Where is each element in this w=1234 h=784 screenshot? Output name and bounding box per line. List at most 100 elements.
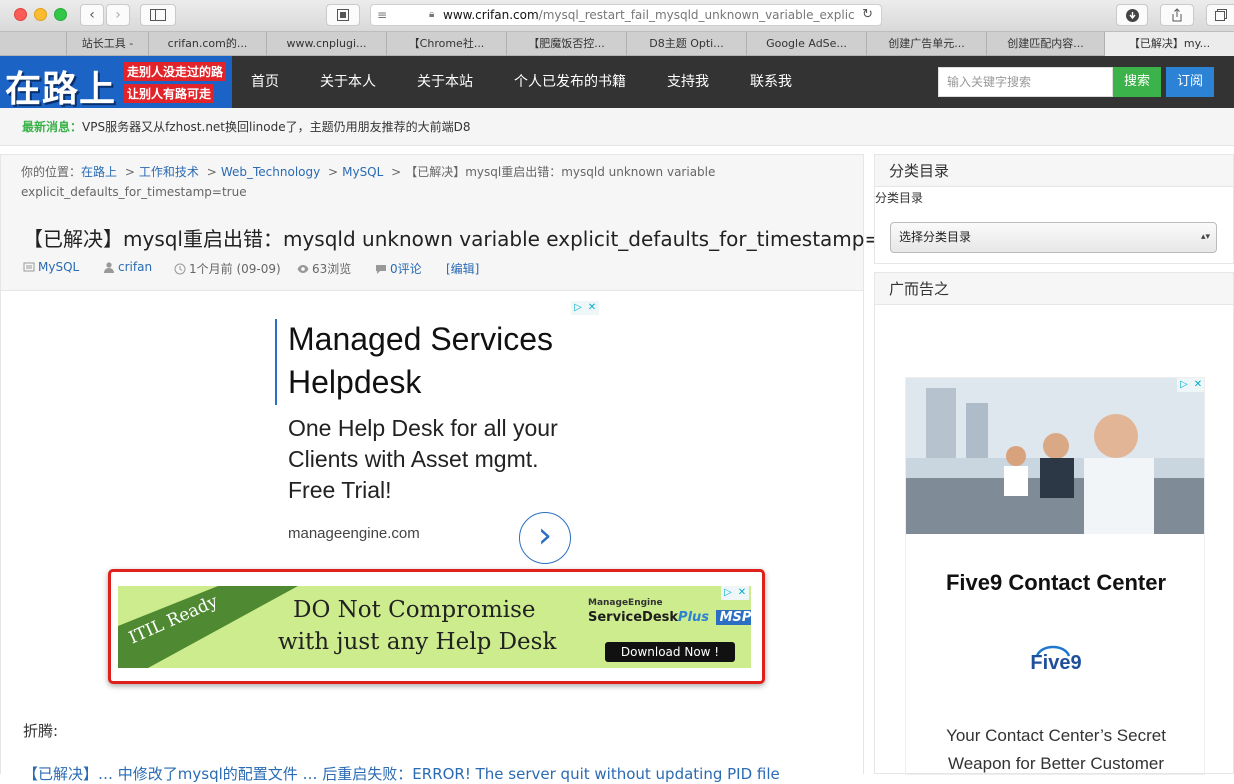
address-bar[interactable]: ≡ 🔒︎ www.crifan.com/mysql_restart_fail_m…	[370, 4, 882, 26]
back-button[interactable]: ‹	[80, 4, 104, 26]
news-bar: 最新消息：VPS服务器又从fzhost.net换回linode了，主题仍用朋友推…	[0, 108, 1234, 146]
tab-item-active[interactable]: 【已解决】my...	[1104, 32, 1234, 56]
article-header: 【已解决】mysql重启出错：mysqld unknown variable e…	[1, 211, 922, 291]
article-title: 【已解决】mysql重启出错：mysqld unknown variable e…	[23, 227, 923, 251]
meta-author[interactable]: crifan	[103, 260, 152, 274]
ad-headline-2[interactable]: Helpdesk	[288, 364, 421, 401]
tab-bar: 站长工具 - crifan.com的... www.cnplugi... 【Ch…	[0, 32, 1234, 56]
reader-button[interactable]	[326, 4, 360, 26]
ad-download-button[interactable]: Download Now !	[605, 642, 735, 662]
sidebar-categories: 分类目录 分类目录 选择分类目录 ▴▾	[874, 154, 1234, 264]
tab-item[interactable]	[28, 32, 66, 56]
ad-body-1: One Help Desk for all your	[288, 415, 558, 441]
minimize-window-button[interactable]	[34, 8, 47, 21]
logo-slogan-2: 让别人有路可走	[124, 84, 215, 103]
download-icon	[1125, 9, 1139, 22]
sidebar-ad-logo-text: Five9	[1030, 652, 1082, 674]
breadcrumb-current-cont: explicit_defaults_for_timestamp=true	[21, 185, 247, 199]
chevron-right-icon: ›	[115, 7, 121, 23]
eye-icon	[297, 265, 309, 273]
ad-headline-1[interactable]: Managed Services	[288, 321, 553, 358]
meta-views: 63浏览	[297, 260, 351, 277]
meta-edit-link[interactable]: [编辑]	[446, 260, 479, 277]
site-logo[interactable]: 在路上 走别人没走过的路 让别人有路可走	[0, 56, 232, 108]
meta-comments[interactable]: 0评论	[375, 260, 422, 277]
ad-text-block[interactable]: Managed Services Helpdesk One Help Desk …	[275, 319, 595, 564]
arrow-right-icon: ›	[537, 515, 553, 556]
main-content: 你的位置：在路上 > 工作和技术 > Web_Technology > MySQL >…	[0, 154, 922, 783]
tab-item[interactable]: crifan.com的...	[148, 32, 266, 56]
page-menu-icon: ≡	[377, 8, 388, 22]
categories-label: 分类目录	[875, 191, 924, 205]
breadcrumb-link-web[interactable]: Web_Technology	[221, 165, 320, 179]
breadcrumb-current: 【已解决】mysql重启出错：mysqld unknown variable	[405, 165, 716, 179]
search-input[interactable]: 输入关键字搜索	[938, 67, 1113, 97]
ad-banner-line1: DO Not Compromise	[293, 597, 536, 623]
ad-choices-icon: ▷	[721, 586, 735, 600]
search-button[interactable]: 搜索	[1113, 67, 1161, 97]
tabs-overview-button[interactable]	[1206, 4, 1234, 26]
meta-category[interactable]: MySQL	[23, 260, 79, 274]
ad-brand-logo: ServiceDeskPlus MSP	[588, 610, 751, 625]
nav-item-contact[interactable]: 联系我	[750, 56, 792, 108]
nav-item-about-site[interactable]: 关于本站	[417, 56, 473, 108]
ad-arrow-button[interactable]: ›	[519, 512, 571, 564]
news-text[interactable]: VPS服务器又从fzhost.net换回linode了，主题仍用朋友推荐的大前端…	[82, 120, 471, 134]
ad-brand-top: ManageEngine	[588, 598, 663, 608]
ad-choices-badge[interactable]: ▷ ✕	[1177, 378, 1204, 392]
sidebar-icon	[150, 9, 166, 21]
nav-item-home[interactable]: 首页	[251, 56, 279, 108]
sidebar-ad-headline[interactable]: Five9 Contact Center	[906, 570, 1204, 596]
forward-button[interactable]: ›	[106, 4, 130, 26]
tab-item[interactable]: 站长工具 -	[66, 32, 148, 56]
sidebar-ad[interactable]: ▷ ✕ Five9 Contact Center Five9 Your Conta…	[905, 377, 1205, 775]
nav-item-books[interactable]: 个人已发布的书籍	[514, 56, 626, 108]
browser-toolbar: ‹ › ≡ 🔒︎ www.crifan.com/mysql_restart_fa…	[0, 0, 1234, 32]
sidebar-ad-widget: 广而告之 ▷ ✕ Five9 Contact Center Five9 Your …	[874, 272, 1234, 775]
downloads-button[interactable]	[1116, 4, 1148, 26]
breadcrumb: 你的位置：在路上 > 工作和技术 > Web_Technology > MySQL >…	[1, 155, 863, 211]
meta-time: 1个月前 (09-09)	[174, 260, 281, 277]
select-arrows-icon: ▴▾	[1200, 232, 1210, 242]
ad-domain[interactable]: manageengine.com	[288, 525, 420, 542]
categories-title: 分类目录	[875, 155, 1233, 187]
reader-icon	[337, 9, 349, 21]
ad-close-icon: ✕	[1191, 378, 1204, 392]
close-window-button[interactable]	[14, 8, 27, 21]
chevron-left-icon: ‹	[89, 7, 95, 23]
sidebar-toggle-button[interactable]	[140, 4, 176, 26]
ad-choices-icon: ▷	[1177, 378, 1191, 392]
logo-slogan-1: 走别人没走过的路	[124, 62, 227, 81]
tab-item[interactable]: 【Chrome社...	[386, 32, 506, 56]
share-button[interactable]	[1160, 4, 1194, 26]
tab-item[interactable]: Google AdSe...	[746, 32, 866, 56]
ad-close-icon: ✕	[735, 586, 749, 600]
breadcrumb-link-tech[interactable]: 工作和技术	[139, 165, 199, 179]
categories-select[interactable]: 选择分类目录 ▴▾	[890, 222, 1217, 253]
subscribe-button[interactable]: 订阅	[1166, 67, 1214, 97]
tab-item[interactable]: 创建匹配内容...	[986, 32, 1104, 56]
ad-banner[interactable]: ITIL Ready DO Not Compromise with just a…	[118, 586, 751, 668]
nav-item-support[interactable]: 支持我	[667, 56, 709, 108]
article-body-link[interactable]: 【已解决】… 中修改了mysql的配置文件 … 后重启失败：ERROR! The…	[23, 763, 861, 784]
nav-item-about-me[interactable]: 关于本人	[320, 56, 376, 108]
ad-photo	[906, 378, 1204, 534]
ad-widget-title: 广而告之	[875, 273, 1233, 305]
zoom-window-button[interactable]	[54, 8, 67, 21]
reload-icon[interactable]: ↻	[858, 5, 873, 25]
ad-close-icon: ✕	[585, 301, 599, 315]
url-path: /mysql_restart_fail_mysqld_unknown_varia…	[538, 8, 855, 22]
ad-body-3: Free Trial!	[288, 477, 392, 503]
category-icon	[23, 262, 35, 272]
ad-choices-badge[interactable]: ▷ ✕	[571, 301, 599, 315]
breadcrumb-link-home[interactable]: 在路上	[81, 165, 117, 179]
tab-item[interactable]: 【肥魔饭否控...	[506, 32, 626, 56]
logo-main-text: 在路上	[5, 69, 117, 108]
ad-choices-badge[interactable]: ▷ ✕	[721, 586, 749, 600]
sidebar-ad-body-2: Weapon for Better Customer	[947, 754, 1165, 773]
tab-item[interactable]: 创建广告单元...	[866, 32, 986, 56]
tab-item[interactable]: D8主题 Opti...	[626, 32, 746, 56]
ad-body-2: Clients with Asset mgmt.	[288, 446, 539, 472]
tab-item[interactable]: www.cnplugi...	[266, 32, 386, 56]
breadcrumb-link-mysql[interactable]: MySQL	[342, 165, 383, 179]
